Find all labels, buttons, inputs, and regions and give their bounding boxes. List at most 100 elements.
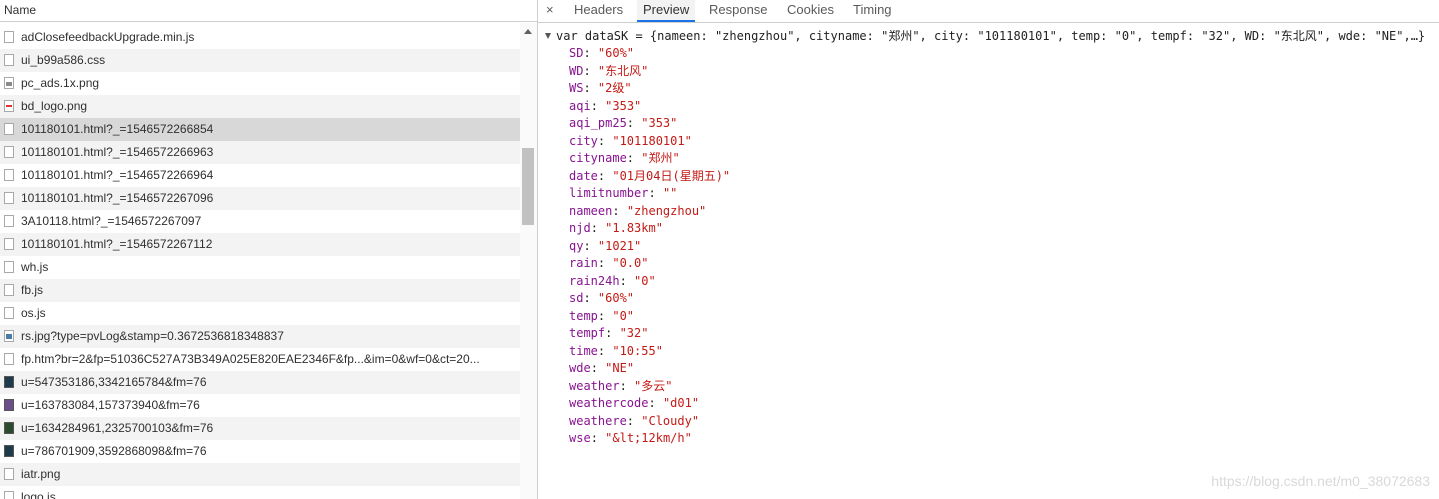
property-value: "101180101" [612, 133, 692, 148]
property-key: aqi_pm25 [569, 116, 627, 130]
property-line: nameen: "zhengzhou" [569, 203, 707, 218]
property-key: city [569, 133, 598, 148]
vertical-scrollbar[interactable] [520, 23, 537, 499]
scroll-up-arrow-icon[interactable] [524, 29, 532, 34]
request-row[interactable]: fp.htm?br=2&fp=51036C527A73B349A025E820E… [0, 348, 520, 371]
tab-preview[interactable]: Preview [637, 0, 696, 22]
property-value: "353" [641, 116, 678, 130]
request-row[interactable]: ui_b99a586.css [0, 49, 520, 72]
file-icon [4, 192, 14, 204]
request-name: rs.jpg?type=pvLog&stamp=0.36725368183488… [21, 329, 284, 343]
image-file-icon [4, 330, 14, 342]
file-icon [4, 468, 14, 480]
property-line: date: "01月04日(星期五)" [569, 168, 731, 183]
property-key: rain24h [569, 273, 620, 288]
property-value: "2级" [597, 81, 632, 95]
property-key: wse [569, 431, 591, 445]
request-row[interactable]: adClosefeedbackUpgrade.min.js [0, 26, 520, 49]
file-icon [4, 169, 14, 181]
property-line: WS: "2级" [569, 81, 632, 95]
watermark-text: https://blog.csdn.net/m0_38072683 [1211, 473, 1430, 489]
tab-headers[interactable]: Headers [568, 0, 629, 22]
request-row[interactable]: 101180101.html?_=1546572266964 [0, 164, 520, 187]
request-row[interactable]: 3A10118.html?_=1546572267097 [0, 210, 520, 233]
property-line: limitnumber: "" [569, 186, 678, 200]
request-name: iatr.png [21, 467, 61, 481]
image-file-icon [4, 100, 14, 112]
property-line: weathere: "Cloudy" [569, 413, 700, 428]
file-icon [4, 261, 14, 273]
request-row[interactable]: u=547353186,3342165784&fm=76 [0, 371, 520, 394]
name-column-header[interactable]: Name [0, 0, 537, 22]
property-value: "60%" [597, 46, 635, 60]
file-icon [4, 54, 14, 66]
property-value: "0" [634, 273, 656, 288]
file-icon [4, 238, 14, 250]
property-line: wde: "NE" [569, 361, 635, 375]
property-value: "60%" [597, 291, 635, 305]
request-row[interactable]: rs.jpg?type=pvLog&stamp=0.36725368183488… [0, 325, 520, 348]
property-value: "东北风" [597, 63, 649, 78]
request-name: logo.js [21, 490, 56, 499]
file-icon [4, 307, 14, 319]
request-row[interactable]: logo.js [0, 486, 520, 499]
image-thumbnail-icon [4, 399, 14, 411]
property-line: njd: "1.83km" [569, 221, 663, 235]
request-row[interactable]: os.js [0, 302, 520, 325]
property-key: time [569, 343, 598, 358]
request-row[interactable]: 101180101.html?_=1546572266854 [0, 118, 520, 141]
request-row[interactable]: 101180101.html?_=1546572267112 [0, 233, 520, 256]
request-name: u=163783084,157373940&fm=76 [21, 398, 200, 412]
request-name: u=786701909,3592868098&fm=76 [21, 444, 207, 458]
property-value: "&lt;12km/h" [605, 431, 692, 445]
property-line: tempf: "32" [569, 326, 649, 340]
expand-triangle-icon[interactable] [545, 33, 551, 39]
property-line: rain: "0.0" [569, 256, 649, 270]
tab-response[interactable]: Response [703, 0, 774, 22]
request-row[interactable]: 101180101.html?_=1546572267096 [0, 187, 520, 210]
scrollbar-thumb[interactable] [522, 148, 534, 225]
file-icon [4, 123, 14, 135]
request-row[interactable]: u=786701909,3592868098&fm=76 [0, 440, 520, 463]
property-value: "郑州" [641, 151, 680, 165]
request-row[interactable]: u=163783084,157373940&fm=76 [0, 394, 520, 417]
image-thumbnail-icon [4, 422, 14, 434]
image-thumbnail-icon [4, 445, 14, 457]
property-value: "32" [619, 326, 649, 340]
property-line: aqi_pm25: "353" [569, 116, 678, 130]
property-key: weather [569, 378, 620, 393]
property-key: aqi [569, 98, 591, 113]
file-icon [4, 491, 14, 499]
property-line: wse: "&lt;12km/h" [569, 431, 692, 445]
image-file-icon [4, 77, 14, 89]
request-row[interactable]: fb.js [0, 279, 520, 302]
request-row[interactable]: pc_ads.1x.png [0, 72, 520, 95]
request-name: 3A10118.html?_=1546572267097 [21, 214, 202, 228]
property-line: cityname: "郑州" [569, 151, 680, 165]
property-key: date [569, 168, 598, 183]
property-value: "zhengzhou" [626, 203, 707, 218]
request-name: u=1634284961,2325700103&fm=76 [21, 421, 214, 435]
tab-timing[interactable]: Timing [847, 0, 898, 22]
close-icon[interactable]: × [546, 0, 554, 19]
request-row[interactable]: 101180101.html?_=1546572266963 [0, 141, 520, 164]
request-detail-panel: × Headers Preview Response Cookies Timin… [538, 0, 1439, 499]
property-key: njd [569, 221, 591, 235]
property-key: limitnumber [569, 186, 649, 200]
property-value: "多云" [634, 378, 673, 393]
request-row[interactable]: wh.js [0, 256, 520, 279]
request-row[interactable]: iatr.png [0, 463, 520, 486]
property-line: weathercode: "d01" [569, 396, 700, 410]
request-row[interactable]: u=1634284961,2325700103&fm=76 [0, 417, 520, 440]
object-summary-line[interactable]: var dataSK = {nameen: "zhengzhou", cityn… [545, 27, 1425, 45]
tab-cookies[interactable]: Cookies [781, 0, 840, 22]
request-row[interactable]: bd_logo.png [0, 95, 520, 118]
property-line: sd: "60%" [569, 291, 635, 305]
property-value: "353" [605, 98, 642, 113]
property-line: WD: "东北风" [569, 63, 649, 78]
request-name: fb.js [21, 283, 44, 297]
file-icon [4, 284, 14, 296]
file-icon [4, 31, 14, 43]
request-name: u=547353186,3342165784&fm=76 [21, 375, 207, 389]
property-line: weather: "多云" [569, 378, 673, 393]
